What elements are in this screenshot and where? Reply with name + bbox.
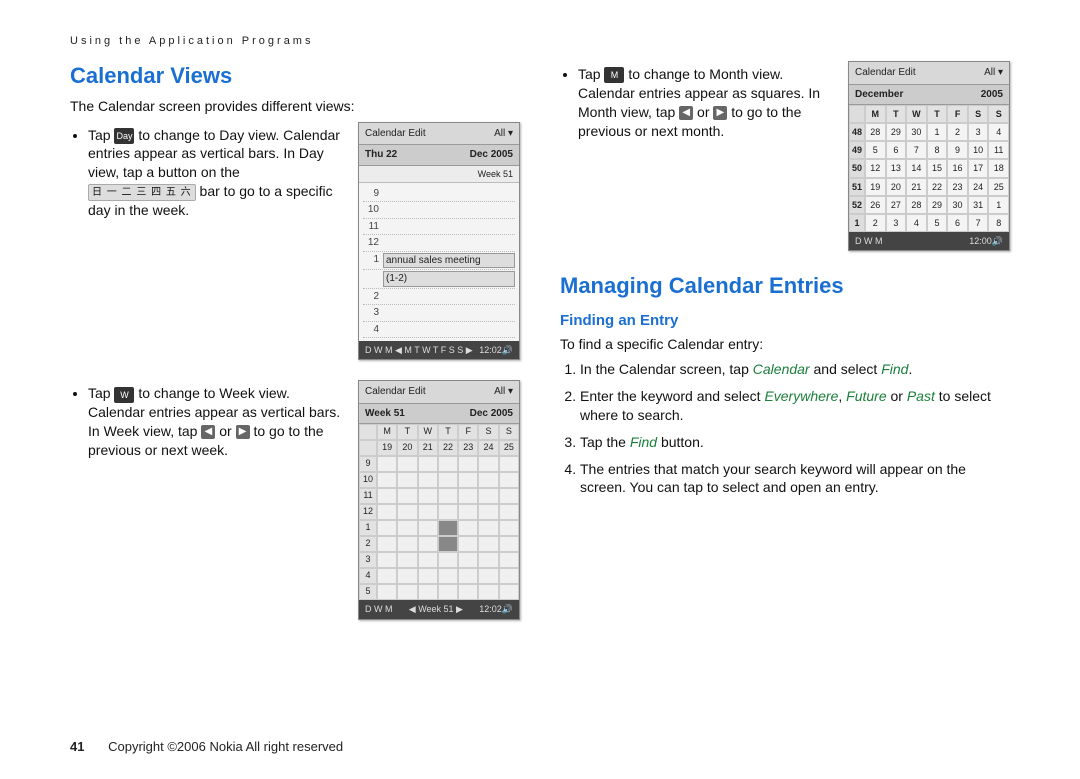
subheading-finding-entry: Finding an Entry [560, 311, 1010, 331]
left-column: Calendar Views The Calendar screen provi… [70, 61, 520, 640]
running-head: Using the Application Programs [70, 35, 1010, 47]
arrow-right-icon: ▶ [236, 425, 250, 439]
month-icon: M [604, 67, 624, 83]
bullet-week: Tap W to change to Week view. Calendar e… [88, 384, 348, 460]
steps-finding: In the Calendar screen, tap Calendar and… [560, 360, 1010, 497]
step-2: Enter the keyword and select Everywhere,… [580, 387, 1010, 425]
arrow-left-icon: ◀ [201, 425, 215, 439]
right-column: Tap M to change to Month view. Calendar … [560, 61, 1010, 640]
step-1: In the Calendar screen, tap Calendar and… [580, 360, 1010, 379]
page-number: 41 [70, 739, 84, 754]
page-footer: 41 Copyright ©2006 Nokia All right reser… [70, 739, 343, 754]
dayofweek-bar: 日 一 二 三 四 五 六 [88, 184, 196, 202]
heading-managing-entries: Managing Calendar Entries [560, 271, 1010, 301]
screenshot-week-view: Calendar EditAll ▾ Week 51Dec 2005 MTWTF… [358, 380, 520, 619]
intro-finding: To find a specific Calendar entry: [560, 335, 1010, 354]
week-icon: W [114, 387, 134, 403]
arrow-left-icon: ◀ [679, 106, 693, 120]
arrow-right-icon: ▶ [713, 106, 727, 120]
step-3: Tap the Find button. [580, 433, 1010, 452]
day-icon: Day [114, 128, 134, 144]
bullet-month: Tap M to change to Month view. Calendar … [578, 65, 838, 141]
screenshot-day-view: Calendar EditAll ▾ Thu 22Dec 2005 Week 5… [358, 122, 520, 361]
step-4: The entries that match your search keywo… [580, 460, 1010, 498]
copyright: Copyright ©2006 Nokia All right reserved [108, 739, 343, 754]
bullet-day: Tap Day to change to Day view. Calendar … [88, 126, 348, 221]
intro-left: The Calendar screen provides different v… [70, 97, 520, 116]
heading-calendar-views: Calendar Views [70, 61, 520, 91]
screenshot-month-view: Calendar EditAll ▾ December2005 MTWTFSS4… [848, 61, 1010, 251]
